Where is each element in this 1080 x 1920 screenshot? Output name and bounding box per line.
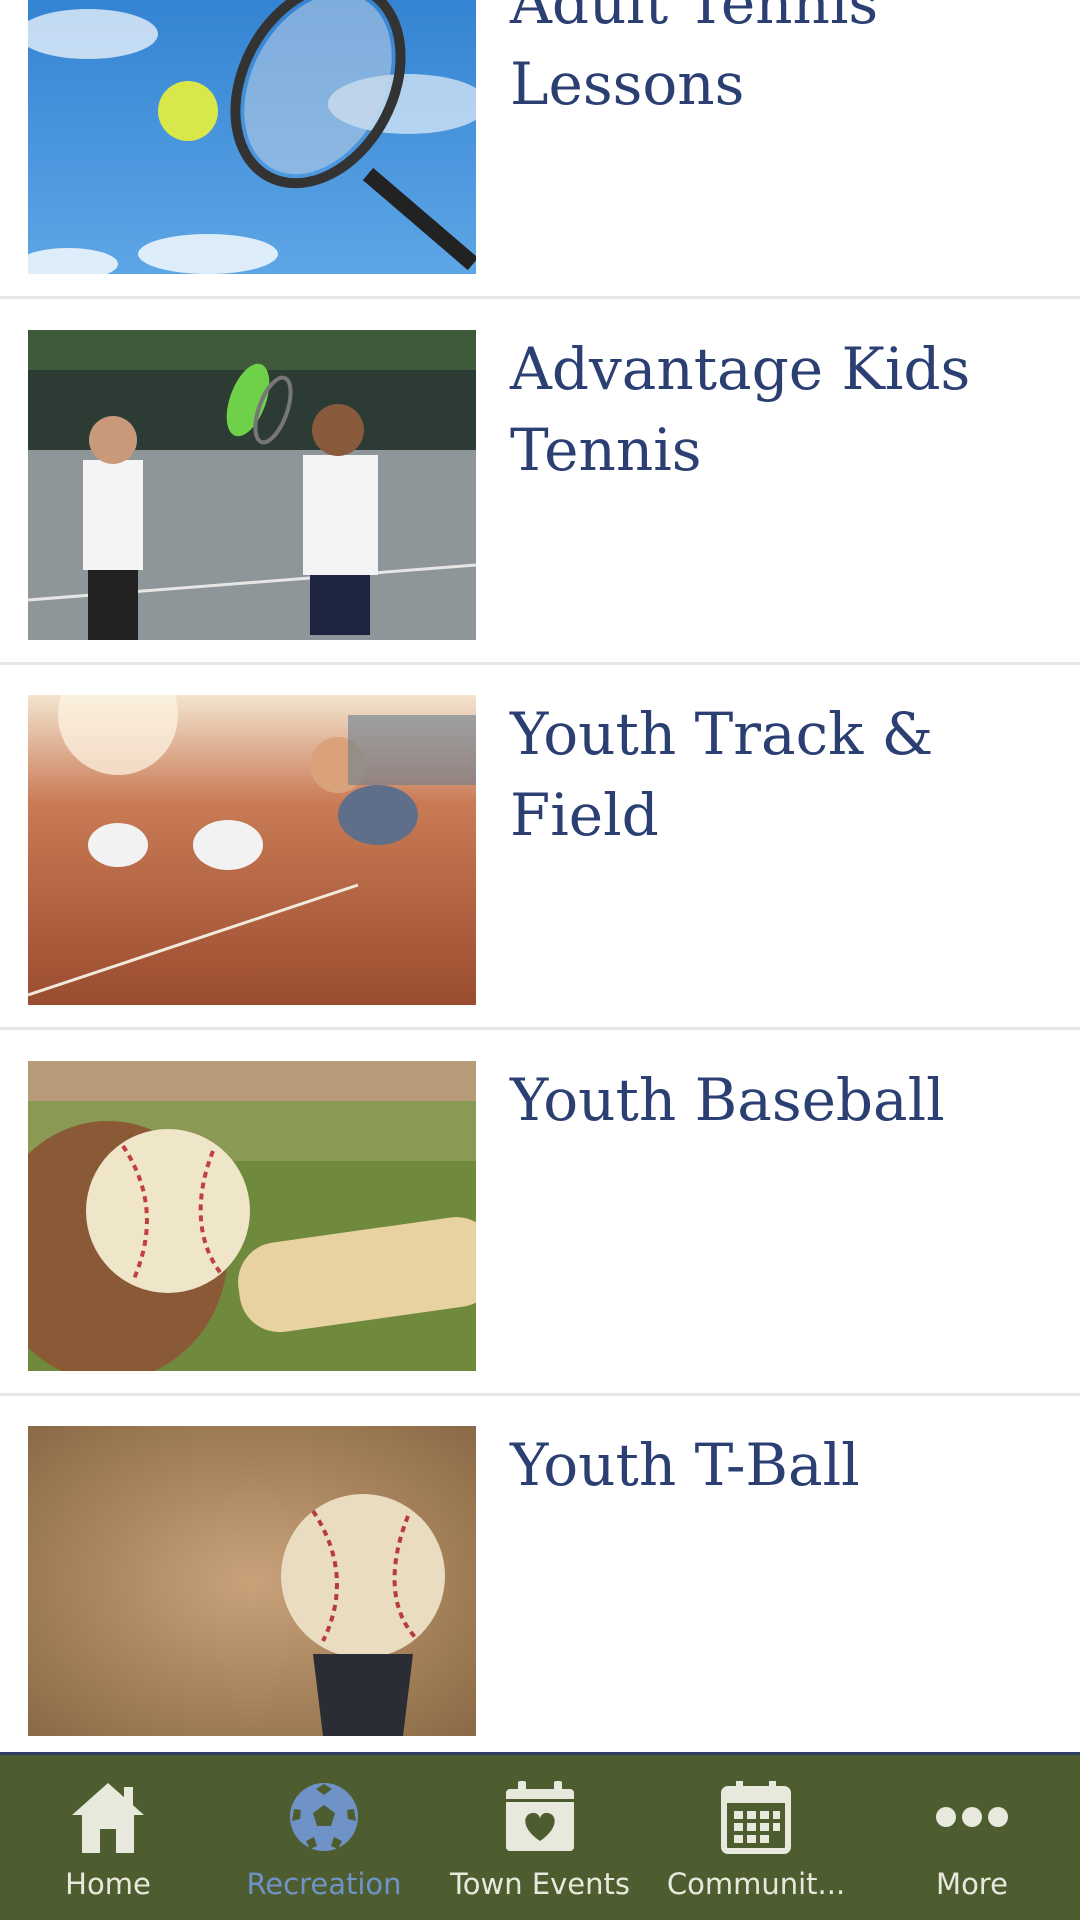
tab-label: More	[936, 1867, 1008, 1901]
calendar-grid-icon	[721, 1781, 791, 1854]
item-title: Youth T-Ball	[510, 1431, 860, 1499]
tab-label: Home	[65, 1867, 151, 1901]
tab-recreation[interactable]: Recreation	[216, 1755, 432, 1920]
tab-town-events[interactable]: Town Events	[432, 1755, 648, 1920]
bottom-tab-bar: Home Recreation Town Events Communit... …	[0, 1752, 1080, 1920]
tab-home[interactable]: Home	[0, 1755, 216, 1920]
more-dots-icon	[936, 1807, 1008, 1827]
list-item[interactable]: Youth T-Ball	[0, 1397, 1080, 1752]
home-icon	[72, 1783, 144, 1853]
tab-label: Recreation	[246, 1867, 402, 1901]
calendar-heart-icon	[506, 1781, 574, 1851]
item-title: Youth Track & Field	[510, 700, 934, 849]
track-field-photo	[28, 695, 476, 1005]
item-title: Advantage Kids Tennis	[510, 335, 971, 484]
tab-label: Communit...	[666, 1867, 846, 1901]
list-item[interactable]: Youth Baseball	[0, 1032, 1080, 1396]
recreation-list: Adult Tennis Lessons Advantage Kids Tenn…	[0, 0, 1080, 1752]
baseball-photo	[28, 1061, 476, 1371]
tab-community[interactable]: Communit...	[648, 1755, 864, 1920]
list-item[interactable]: Advantage Kids Tennis	[0, 301, 1080, 665]
tab-label: Town Events	[449, 1867, 631, 1901]
tennis-racket-photo	[28, 0, 476, 274]
kids-tennis-photo	[28, 330, 476, 640]
tball-photo	[28, 1426, 476, 1736]
item-title: Adult Tennis Lessons	[510, 0, 879, 118]
list-item[interactable]: Youth Track & Field	[0, 666, 1080, 1030]
tab-more[interactable]: More	[864, 1755, 1080, 1920]
item-title: Youth Baseball	[510, 1066, 945, 1134]
soccer-ball-icon	[290, 1783, 358, 1851]
list-item[interactable]: Adult Tennis Lessons	[0, 0, 1080, 299]
